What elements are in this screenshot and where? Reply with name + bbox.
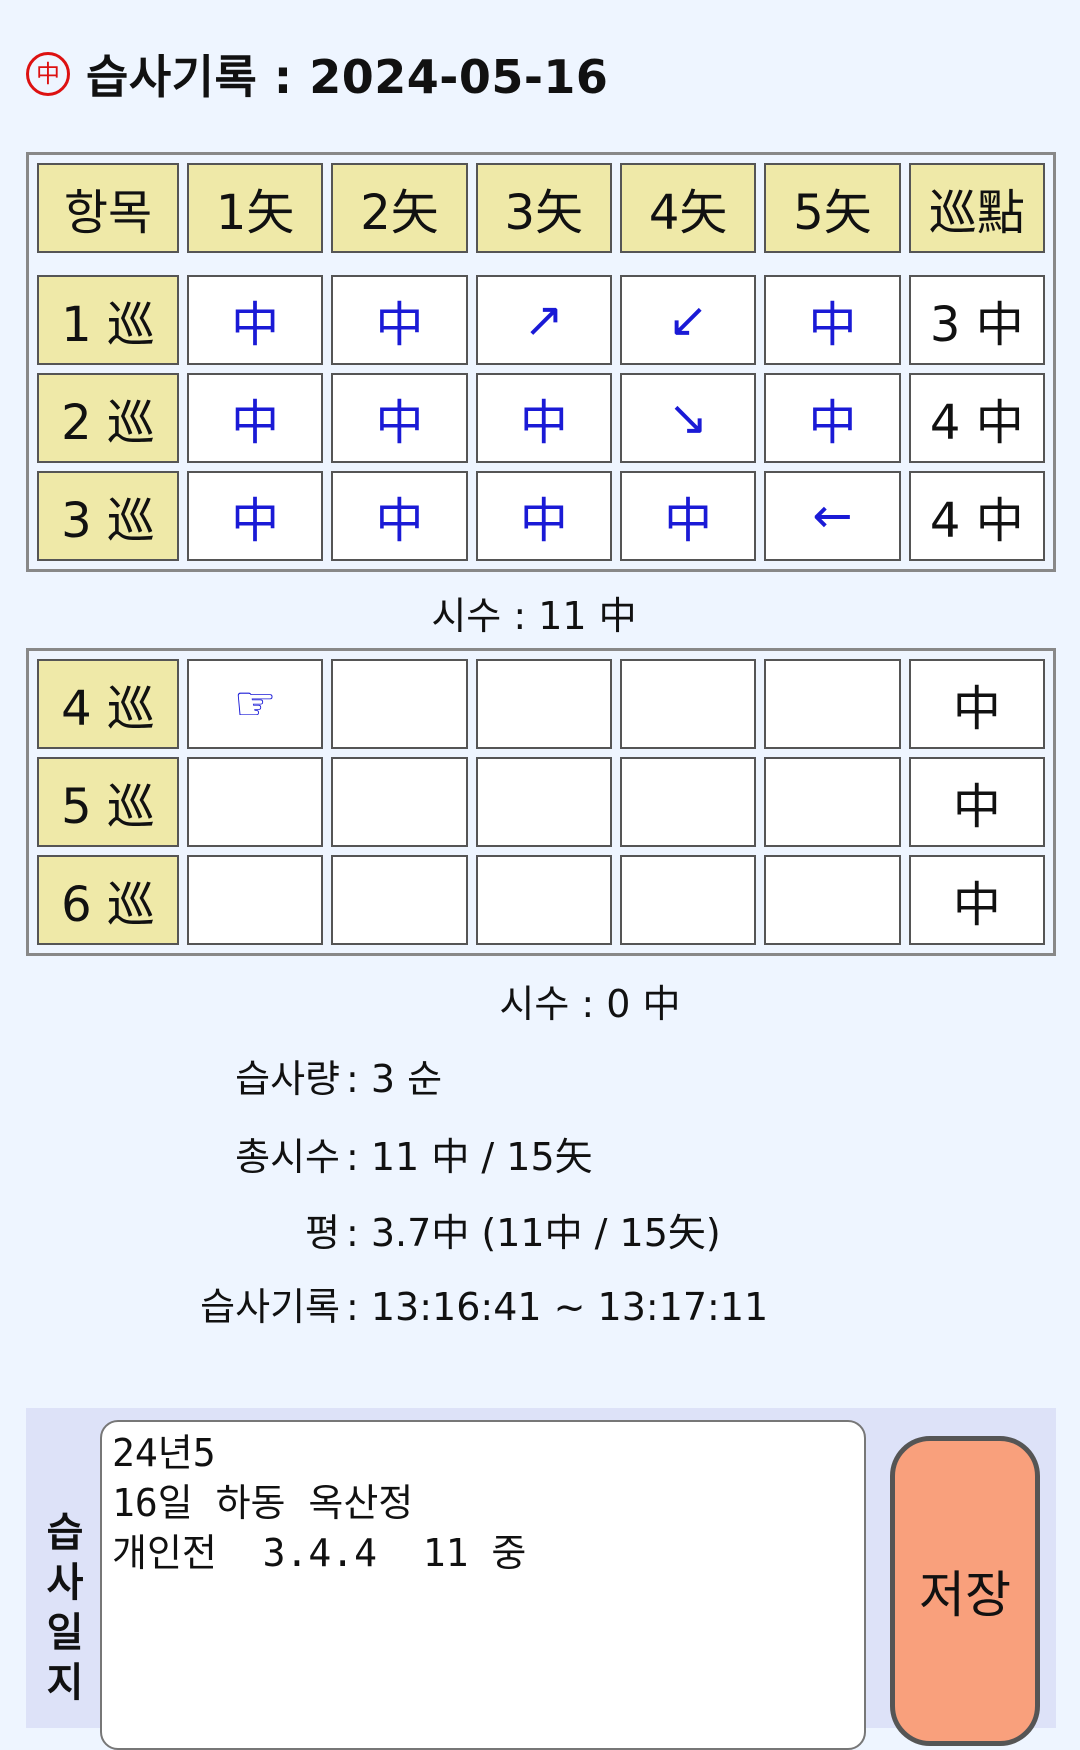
shot-cell[interactable]: ↘ bbox=[619, 373, 757, 463]
shot-cell[interactable] bbox=[475, 659, 612, 749]
subtotal-score-2: 시수 : 0 中 bbox=[499, 982, 681, 1026]
column-header: 巡點 bbox=[908, 163, 1045, 253]
column-header: 항목 bbox=[37, 163, 179, 253]
stat-total-hits: 총시수: 11 中 / 15矢 bbox=[0, 1126, 593, 1181]
shot-cell[interactable]: 中 bbox=[331, 373, 468, 463]
shot-cell[interactable]: 中 bbox=[187, 373, 324, 463]
score-table-rounds-1-3: 항목 1矢 2矢 3矢 4矢 5矢 巡點 1 巡 中 中 ↗ ↙ 中 3 中 2… bbox=[26, 152, 1056, 572]
table-row: 3 巡 中 中 中 中 ← 4 中 bbox=[37, 471, 1045, 561]
round-points: 中 bbox=[908, 757, 1045, 847]
shot-cell[interactable] bbox=[619, 855, 757, 945]
journal-textarea[interactable]: 24년5 16일 하동 옥산정 개인전 3.4.4 11 중 bbox=[100, 1420, 866, 1750]
shot-cell[interactable]: 中 bbox=[331, 471, 468, 561]
stat-label: 습사량 bbox=[235, 1057, 340, 1101]
shot-cell[interactable] bbox=[475, 757, 612, 847]
shot-cell[interactable]: 中 bbox=[187, 275, 324, 365]
journal-label: 습사일지 bbox=[46, 1510, 84, 1706]
shot-cell[interactable] bbox=[764, 855, 901, 945]
shot-cell[interactable] bbox=[619, 659, 757, 749]
shot-cell[interactable]: 中 bbox=[475, 471, 612, 561]
page-title: 습사기록 : 2024-05-16 bbox=[86, 50, 609, 104]
round-label: 3 巡 bbox=[37, 471, 179, 561]
table-row: 2 巡 中 中 中 ↘ 中 4 中 bbox=[37, 373, 1045, 463]
shot-cell[interactable]: 中 bbox=[619, 471, 757, 561]
round-label: 1 巡 bbox=[37, 275, 179, 365]
stat-value: : 3 순 bbox=[346, 1057, 443, 1101]
shot-cell[interactable] bbox=[331, 659, 468, 749]
shot-cell[interactable] bbox=[475, 855, 612, 945]
stat-average: 평: 3.7中 (11中 / 15矢) bbox=[0, 1202, 721, 1257]
round-points: 中 bbox=[908, 855, 1045, 945]
pointing-hand-icon[interactable]: ☞ bbox=[187, 659, 324, 749]
stat-practice-time: 습사기록: 13:16:41 ~ 13:17:11 bbox=[0, 1276, 768, 1331]
shot-cell[interactable] bbox=[764, 659, 901, 749]
table-row: 5 巡 中 bbox=[37, 757, 1045, 847]
shot-cell[interactable] bbox=[187, 855, 324, 945]
shot-cell[interactable] bbox=[619, 757, 757, 847]
page-header: 中 습사기록 : 2024-05-16 bbox=[26, 44, 608, 104]
shot-cell[interactable] bbox=[331, 855, 468, 945]
column-header: 3矢 bbox=[475, 163, 612, 253]
stat-value: : 13:16:41 ~ 13:17:11 bbox=[346, 1285, 769, 1329]
round-label: 6 巡 bbox=[37, 855, 179, 945]
shot-cell[interactable]: 中 bbox=[764, 373, 901, 463]
stat-label: 습사기록 bbox=[200, 1285, 340, 1329]
shot-cell[interactable]: 中 bbox=[187, 471, 324, 561]
score-table-rounds-4-6: 4 巡 ☞ 中 5 巡 中 6 巡 中 bbox=[26, 648, 1056, 956]
round-label: 2 巡 bbox=[37, 373, 179, 463]
round-points: 3 中 bbox=[908, 275, 1045, 365]
shot-cell[interactable] bbox=[764, 757, 901, 847]
round-points: 中 bbox=[908, 659, 1045, 749]
stat-value: : 3.7中 (11中 / 15矢) bbox=[346, 1211, 721, 1255]
round-points: 4 中 bbox=[908, 373, 1045, 463]
shot-cell[interactable] bbox=[187, 757, 324, 847]
stat-value: : 11 中 / 15矢 bbox=[346, 1135, 593, 1179]
column-header: 4矢 bbox=[619, 163, 757, 253]
practice-journal: 습사일지 24년5 16일 하동 옥산정 개인전 3.4.4 11 중 저장 bbox=[26, 1408, 1056, 1750]
column-header: 5矢 bbox=[764, 163, 901, 253]
round-points: 4 中 bbox=[908, 471, 1045, 561]
seal-icon: 中 bbox=[26, 52, 70, 96]
table-row: 4 巡 ☞ 中 bbox=[37, 659, 1045, 749]
save-button[interactable]: 저장 bbox=[890, 1436, 1040, 1746]
subtotal-score-1: 시수 : 11 中 bbox=[431, 594, 637, 638]
shot-cell[interactable]: ↗ bbox=[475, 275, 612, 365]
table-row: 6 巡 中 bbox=[37, 855, 1045, 945]
table-row: 1 巡 中 中 ↗ ↙ 中 3 中 bbox=[37, 275, 1045, 365]
column-header: 2矢 bbox=[331, 163, 468, 253]
shot-cell[interactable] bbox=[331, 757, 468, 847]
shot-cell[interactable]: 中 bbox=[475, 373, 612, 463]
round-label: 4 巡 bbox=[37, 659, 179, 749]
stat-label: 총시수 bbox=[235, 1135, 340, 1179]
shot-cell[interactable]: ← bbox=[764, 471, 901, 561]
stat-practice-amount: 습사량: 3 순 bbox=[0, 1048, 442, 1103]
shot-cell[interactable]: ↙ bbox=[619, 275, 757, 365]
stat-label: 평 bbox=[305, 1211, 340, 1255]
shot-cell[interactable]: 中 bbox=[764, 275, 901, 365]
shot-cell[interactable]: 中 bbox=[331, 275, 468, 365]
column-header: 1矢 bbox=[187, 163, 324, 253]
table-header-row: 항목 1矢 2矢 3矢 4矢 5矢 巡點 bbox=[37, 163, 1045, 253]
round-label: 5 巡 bbox=[37, 757, 179, 847]
